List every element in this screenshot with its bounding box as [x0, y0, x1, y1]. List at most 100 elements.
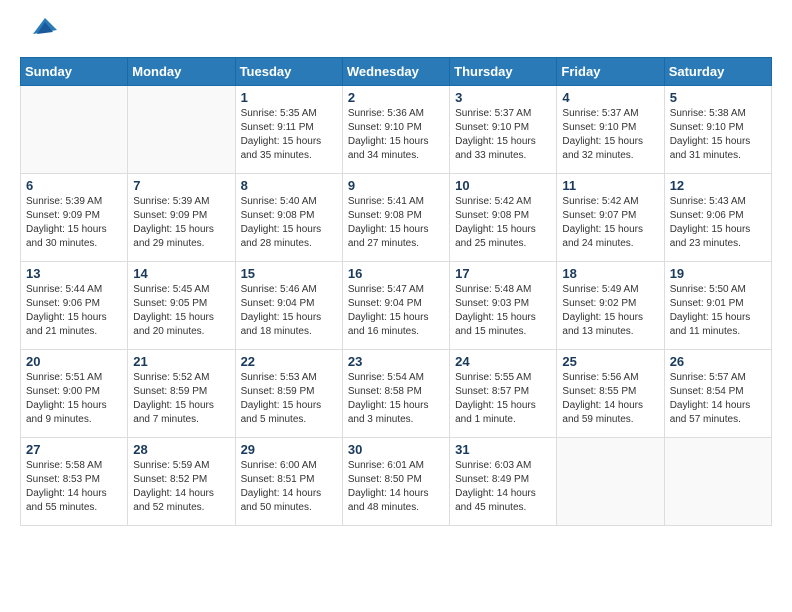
- page-header: [20, 20, 772, 42]
- day-number: 30: [348, 442, 444, 457]
- calendar-cell: 4Sunrise: 5:37 AM Sunset: 9:10 PM Daylig…: [557, 86, 664, 174]
- day-info: Sunrise: 5:36 AM Sunset: 9:10 PM Dayligh…: [348, 107, 444, 163]
- day-header-monday: Monday: [128, 58, 235, 86]
- calendar-cell: 18 Sunrise: 5:49 AM Sunset: 9:02 PM Dayli…: [557, 262, 664, 350]
- calendar-cell: 1 Sunrise: 5:35 AM Sunset: 9:11 PM Daylig…: [235, 86, 342, 174]
- day-info: Sunrise: 6:00 AM Sunset: 8:51 PM Dayligh…: [241, 459, 337, 515]
- day-number: 13: [26, 266, 122, 281]
- logo-icon: [25, 10, 57, 42]
- day-number: 14: [133, 266, 229, 281]
- day-info: Sunrise: 5:59 AM Sunset: 8:52 PM Dayligh…: [133, 459, 229, 515]
- day-info: Sunrise: 5:55 AM Sunset: 8:57 PM Dayligh…: [455, 371, 551, 427]
- calendar-week-row: 1 Sunrise: 5:35 AM Sunset: 9:11 PM Daylig…: [21, 86, 772, 174]
- day-number: 16: [348, 266, 444, 281]
- day-info: Sunrise: 5:35 AM Sunset: 9:11 PM Dayligh…: [241, 107, 337, 163]
- calendar-cell: 17 Sunrise: 5:48 AM Sunset: 9:03 PM Dayli…: [450, 262, 557, 350]
- calendar-cell: 15 Sunrise: 5:46 AM Sunset: 9:04 PM Dayli…: [235, 262, 342, 350]
- calendar-cell: 29 Sunrise: 6:00 AM Sunset: 8:51 PM Dayli…: [235, 438, 342, 526]
- day-info: Sunrise: 5:37 AM Sunset: 9:10 PM Dayligh…: [455, 107, 551, 163]
- day-info: Sunrise: 5:43 AM Sunset: 9:06 PM Dayligh…: [670, 195, 766, 251]
- day-info: Sunrise: 5:49 AM Sunset: 9:02 PM Dayligh…: [562, 283, 658, 339]
- day-number: 5: [670, 90, 766, 105]
- day-info: Sunrise: 5:54 AM Sunset: 8:58 PM Dayligh…: [348, 371, 444, 427]
- calendar-cell: 7Sunrise: 5:39 AM Sunset: 9:09 PM Daylig…: [128, 174, 235, 262]
- calendar-cell: 26 Sunrise: 5:57 AM Sunset: 8:54 PM Dayli…: [664, 350, 771, 438]
- day-info: Sunrise: 5:41 AM Sunset: 9:08 PM Dayligh…: [348, 195, 444, 251]
- calendar-week-row: 6Sunrise: 5:39 AM Sunset: 9:09 PM Daylig…: [21, 174, 772, 262]
- calendar-cell: 28 Sunrise: 5:59 AM Sunset: 8:52 PM Dayli…: [128, 438, 235, 526]
- day-number: 11: [562, 178, 658, 193]
- calendar-cell: 13Sunrise: 5:44 AM Sunset: 9:06 PM Dayli…: [21, 262, 128, 350]
- day-number: 12: [670, 178, 766, 193]
- day-info: Sunrise: 5:48 AM Sunset: 9:03 PM Dayligh…: [455, 283, 551, 339]
- calendar-cell: 12 Sunrise: 5:43 AM Sunset: 9:06 PM Dayli…: [664, 174, 771, 262]
- day-number: 7: [133, 178, 229, 193]
- day-info: Sunrise: 6:01 AM Sunset: 8:50 PM Dayligh…: [348, 459, 444, 515]
- day-number: 18: [562, 266, 658, 281]
- day-info: Sunrise: 5:38 AM Sunset: 9:10 PM Dayligh…: [670, 107, 766, 163]
- day-info: Sunrise: 5:40 AM Sunset: 9:08 PM Dayligh…: [241, 195, 337, 251]
- calendar-table: SundayMondayTuesdayWednesdayThursdayFrid…: [20, 57, 772, 526]
- day-info: Sunrise: 5:58 AM Sunset: 8:53 PM Dayligh…: [26, 459, 122, 515]
- day-info: Sunrise: 5:50 AM Sunset: 9:01 PM Dayligh…: [670, 283, 766, 339]
- calendar-cell: 8 Sunrise: 5:40 AM Sunset: 9:08 PM Daylig…: [235, 174, 342, 262]
- day-number: 15: [241, 266, 337, 281]
- day-info: Sunrise: 5:53 AM Sunset: 8:59 PM Dayligh…: [241, 371, 337, 427]
- day-info: Sunrise: 5:46 AM Sunset: 9:04 PM Dayligh…: [241, 283, 337, 339]
- day-info: Sunrise: 5:45 AM Sunset: 9:05 PM Dayligh…: [133, 283, 229, 339]
- day-info: Sunrise: 5:47 AM Sunset: 9:04 PM Dayligh…: [348, 283, 444, 339]
- calendar-cell: 6Sunrise: 5:39 AM Sunset: 9:09 PM Daylig…: [21, 174, 128, 262]
- day-number: 29: [241, 442, 337, 457]
- day-number: 24: [455, 354, 551, 369]
- day-info: Sunrise: 5:52 AM Sunset: 8:59 PM Dayligh…: [133, 371, 229, 427]
- calendar-cell: 31 Sunrise: 6:03 AM Sunset: 8:49 PM Dayli…: [450, 438, 557, 526]
- calendar-cell: 11 Sunrise: 5:42 AM Sunset: 9:07 PM Dayli…: [557, 174, 664, 262]
- day-number: 20: [26, 354, 122, 369]
- day-header-friday: Friday: [557, 58, 664, 86]
- calendar-cell: 10 Sunrise: 5:42 AM Sunset: 9:08 PM Dayli…: [450, 174, 557, 262]
- day-info: Sunrise: 5:56 AM Sunset: 8:55 PM Dayligh…: [562, 371, 658, 427]
- day-number: 6: [26, 178, 122, 193]
- calendar-cell: 2Sunrise: 5:36 AM Sunset: 9:10 PM Daylig…: [342, 86, 449, 174]
- day-info: Sunrise: 5:42 AM Sunset: 9:08 PM Dayligh…: [455, 195, 551, 251]
- day-number: 9: [348, 178, 444, 193]
- day-info: Sunrise: 5:57 AM Sunset: 8:54 PM Dayligh…: [670, 371, 766, 427]
- day-number: 19: [670, 266, 766, 281]
- calendar-cell: 19 Sunrise: 5:50 AM Sunset: 9:01 PM Dayli…: [664, 262, 771, 350]
- calendar-cell: 23 Sunrise: 5:54 AM Sunset: 8:58 PM Dayli…: [342, 350, 449, 438]
- calendar-cell: 30 Sunrise: 6:01 AM Sunset: 8:50 PM Dayli…: [342, 438, 449, 526]
- day-info: Sunrise: 6:03 AM Sunset: 8:49 PM Dayligh…: [455, 459, 551, 515]
- day-number: 25: [562, 354, 658, 369]
- day-number: 8: [241, 178, 337, 193]
- calendar-week-row: 13Sunrise: 5:44 AM Sunset: 9:06 PM Dayli…: [21, 262, 772, 350]
- calendar-cell: 3Sunrise: 5:37 AM Sunset: 9:10 PM Daylig…: [450, 86, 557, 174]
- calendar-week-row: 27Sunrise: 5:58 AM Sunset: 8:53 PM Dayli…: [21, 438, 772, 526]
- day-number: 26: [670, 354, 766, 369]
- calendar-cell: [557, 438, 664, 526]
- calendar-week-row: 20Sunrise: 5:51 AM Sunset: 9:00 PM Dayli…: [21, 350, 772, 438]
- calendar-cell: [21, 86, 128, 174]
- calendar-cell: 20Sunrise: 5:51 AM Sunset: 9:00 PM Dayli…: [21, 350, 128, 438]
- calendar-cell: 5 Sunrise: 5:38 AM Sunset: 9:10 PM Daylig…: [664, 86, 771, 174]
- day-number: 28: [133, 442, 229, 457]
- day-number: 23: [348, 354, 444, 369]
- day-number: 31: [455, 442, 551, 457]
- day-number: 10: [455, 178, 551, 193]
- calendar-cell: 25 Sunrise: 5:56 AM Sunset: 8:55 PM Dayli…: [557, 350, 664, 438]
- day-number: 17: [455, 266, 551, 281]
- day-info: Sunrise: 5:42 AM Sunset: 9:07 PM Dayligh…: [562, 195, 658, 251]
- day-number: 4: [562, 90, 658, 105]
- day-header-sunday: Sunday: [21, 58, 128, 86]
- calendar-cell: [664, 438, 771, 526]
- day-number: 1: [241, 90, 337, 105]
- calendar-cell: 24 Sunrise: 5:55 AM Sunset: 8:57 PM Dayli…: [450, 350, 557, 438]
- logo: [20, 20, 57, 42]
- calendar-cell: 21 Sunrise: 5:52 AM Sunset: 8:59 PM Dayli…: [128, 350, 235, 438]
- day-header-tuesday: Tuesday: [235, 58, 342, 86]
- calendar-cell: 27Sunrise: 5:58 AM Sunset: 8:53 PM Dayli…: [21, 438, 128, 526]
- calendar-cell: 14 Sunrise: 5:45 AM Sunset: 9:05 PM Dayli…: [128, 262, 235, 350]
- day-number: 21: [133, 354, 229, 369]
- day-number: 22: [241, 354, 337, 369]
- calendar-cell: 22 Sunrise: 5:53 AM Sunset: 8:59 PM Dayli…: [235, 350, 342, 438]
- day-header-saturday: Saturday: [664, 58, 771, 86]
